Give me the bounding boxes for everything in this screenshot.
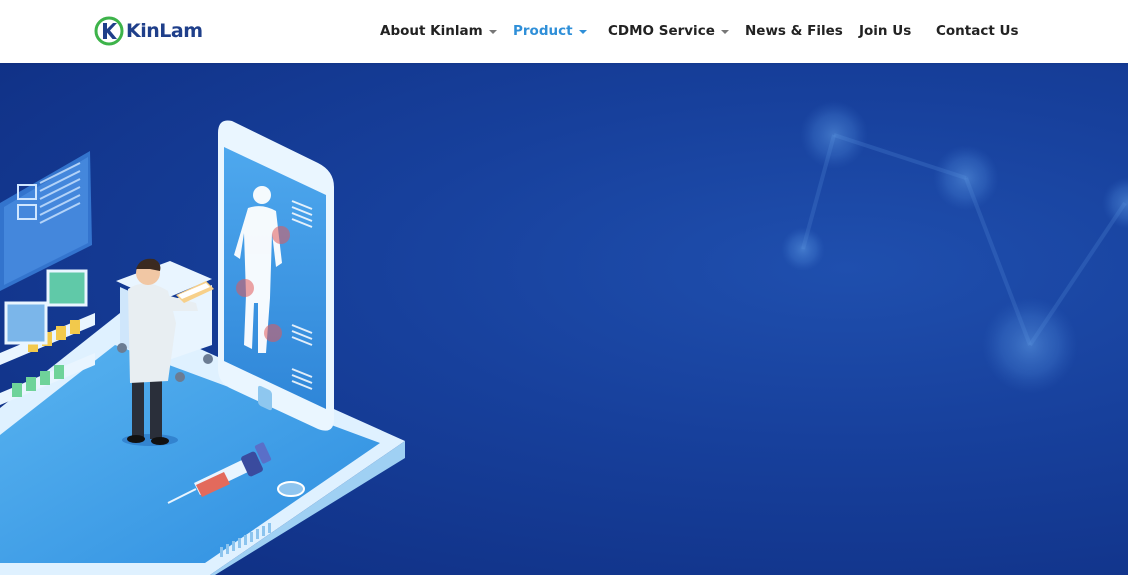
nav-cdmo-service[interactable]: CDMO Service bbox=[608, 21, 729, 41]
kinlam-k-logo-icon bbox=[94, 16, 124, 46]
nav-product-label: Product bbox=[513, 23, 573, 39]
nav-product[interactable]: Product bbox=[513, 21, 587, 41]
caret-down-icon bbox=[578, 29, 587, 34]
smartphone-body-scan bbox=[218, 120, 334, 431]
caret-down-icon bbox=[488, 29, 497, 34]
nav-about-kinlam[interactable]: About Kinlam bbox=[380, 21, 497, 41]
nav-news-files[interactable]: News & Files bbox=[745, 21, 843, 41]
nav-contact-us-label: Contact Us bbox=[936, 23, 1019, 39]
nav-join-us[interactable]: Join Us bbox=[859, 21, 911, 41]
nav-contact-us[interactable]: Contact Us bbox=[936, 21, 1019, 41]
brand-logo[interactable]: KinLam bbox=[94, 15, 203, 47]
top-navbar: KinLam About Kinlam Product CDMO Service… bbox=[0, 0, 1128, 63]
nav-about-kinlam-label: About Kinlam bbox=[380, 23, 483, 39]
hero-banner bbox=[0, 63, 1128, 575]
brand-name: KinLam bbox=[126, 20, 203, 42]
nav-cdmo-service-label: CDMO Service bbox=[608, 23, 715, 39]
nav-join-us-label: Join Us bbox=[859, 23, 912, 39]
caret-down-icon bbox=[720, 29, 729, 34]
molecule-bokeh-decoration bbox=[781, 101, 1128, 393]
medical-technology-illustration bbox=[0, 101, 1128, 575]
nav-news-files-label: News & Files bbox=[745, 23, 843, 39]
tablet-platform bbox=[0, 313, 405, 575]
